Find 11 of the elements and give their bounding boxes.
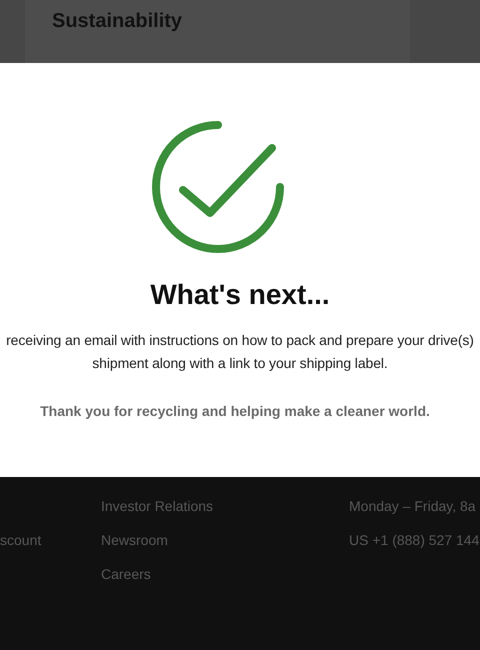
footer-link[interactable]: Newsroom <box>101 531 349 549</box>
footer-link[interactable]: US +1 (888) 527 144 <box>349 531 480 549</box>
section-heading: Sustainability <box>52 10 184 33</box>
footer-link[interactable]: Monday – Friday, 8a <box>349 497 480 515</box>
message-text: shipment along with a link to your shipping label. <box>92 354 388 373</box>
footer-link[interactable]: scount <box>0 531 101 549</box>
modal-title: What's next... <box>150 279 330 311</box>
footer-link[interactable]: Careers <box>101 565 349 583</box>
footer-link[interactable]: Investor Relations <box>101 497 349 515</box>
message-text: receiving an email with instructions on how to pack and prepare your drive(s) <box>6 331 474 350</box>
thank-you-text: Thank you for recycling and helping make a cleaner world. <box>40 403 430 419</box>
